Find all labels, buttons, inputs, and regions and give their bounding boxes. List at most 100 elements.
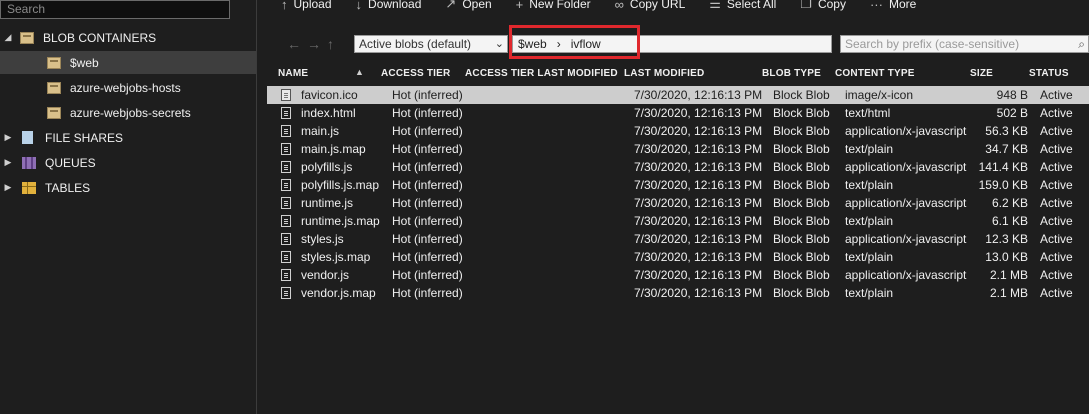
upload-button[interactable]: ↑ Upload xyxy=(281,0,332,12)
cell-size: 141.4 KB xyxy=(978,160,1028,174)
cell-status: Active xyxy=(1040,160,1073,174)
blob-container-icon xyxy=(20,31,34,44)
link-icon: ∞ xyxy=(614,0,624,12)
collapse-arrow-icon[interactable]: ◢ xyxy=(2,32,14,43)
table-row[interactable]: vendor.js.map Hot (inferred) 7/30/2020, 12… xyxy=(267,284,1089,302)
cell-access-tier: Hot (inferred) xyxy=(392,106,463,120)
tree-node-tables[interactable]: ▶ TABLES xyxy=(0,176,256,199)
cell-access-tier: Hot (inferred) xyxy=(392,232,463,246)
column-header-status[interactable]: STATUS xyxy=(1029,68,1069,79)
sidebar-search-input[interactable]: Search xyxy=(0,0,230,19)
column-header-blob-type[interactable]: BLOB TYPE xyxy=(762,68,821,79)
expand-arrow-icon[interactable]: ▶ xyxy=(2,132,14,143)
cell-size: 159.0 KB xyxy=(978,178,1028,192)
table-row[interactable]: main.js.map Hot (inferred) 7/30/2020, 12:1… xyxy=(267,140,1089,158)
sort-ascending-icon[interactable]: ▲ xyxy=(355,67,364,77)
cell-status: Active xyxy=(1040,142,1073,156)
cell-access-tier: Hot (inferred) xyxy=(392,124,463,138)
cell-blob-type: Block Blob xyxy=(773,196,830,210)
table-row[interactable]: styles.js Hot (inferred) 7/30/2020, 12:16:… xyxy=(267,230,1089,248)
cell-last-modified: 7/30/2020, 12:16:13 PM xyxy=(634,88,763,102)
search-icon[interactable]: ⌕ xyxy=(1078,36,1085,52)
blob-filter-select[interactable]: Active blobs (default) ⌄ xyxy=(354,35,508,53)
open-button[interactable]: ↗ Open xyxy=(445,0,491,11)
select-all-label: Select All xyxy=(726,0,777,11)
tree-label-file-shares: FILE SHARES xyxy=(45,130,124,145)
tree-node-container-secrets[interactable]: azure-webjobs-secrets xyxy=(0,101,256,124)
copy-url-label: Copy URL xyxy=(629,0,686,11)
cell-blob-type: Block Blob xyxy=(773,142,830,156)
table-row[interactable]: vendor.js Hot (inferred) 7/30/2020, 12:16:… xyxy=(267,266,1089,284)
column-header-content-type[interactable]: CONTENT TYPE xyxy=(835,68,915,79)
cell-last-modified: 7/30/2020, 12:16:13 PM xyxy=(634,286,763,300)
new-folder-button[interactable]: + New Folder xyxy=(516,0,591,12)
cell-status: Active xyxy=(1040,232,1073,246)
table-row[interactable]: main.js Hot (inferred) 7/30/2020, 12:16:13… xyxy=(267,122,1089,140)
cell-size: 12.3 KB xyxy=(985,232,1028,246)
forward-arrow-icon[interactable]: → xyxy=(307,36,327,52)
cell-last-modified: 7/30/2020, 12:16:13 PM xyxy=(634,250,763,264)
table-row[interactable]: polyfills.js Hot (inferred) 7/30/2020, 12:… xyxy=(267,158,1089,176)
cell-status: Active xyxy=(1040,286,1073,300)
tree-node-file-shares[interactable]: ▶ FILE SHARES xyxy=(0,126,256,149)
download-label: Download xyxy=(368,0,422,11)
prefix-search-input[interactable]: Search by prefix (case-sensitive) ⌕ xyxy=(840,35,1089,53)
cell-size: 13.0 KB xyxy=(985,250,1028,264)
up-arrow-icon[interactable]: ↑ xyxy=(327,36,340,52)
expand-arrow-icon[interactable]: ▶ xyxy=(2,157,14,168)
column-header-name[interactable]: NAME xyxy=(278,68,308,79)
cell-blob-type: Block Blob xyxy=(773,214,830,228)
blob-table-header: NAME ▲ ACCESS TIER ACCESS TIER LAST MODI… xyxy=(257,65,1089,83)
column-header-last-modified[interactable]: LAST MODIFIED xyxy=(624,68,704,79)
cell-status: Active xyxy=(1040,268,1073,282)
cell-status: Active xyxy=(1040,250,1073,264)
cell-blob-type: Block Blob xyxy=(773,250,830,264)
navigation-buttons: ←→↑ xyxy=(287,36,340,52)
file-icon xyxy=(281,107,291,119)
new-folder-label: New Folder xyxy=(529,0,591,11)
cell-content-type: application/x-javascript xyxy=(845,160,967,174)
table-row[interactable]: runtime.js.map Hot (inferred) 7/30/2020, 1… xyxy=(267,212,1089,230)
cell-content-type: application/x-javascript xyxy=(845,124,967,138)
cell-content-type: text/plain xyxy=(845,178,894,192)
explorer-sidebar: Search ◢ BLOB CONTAINERS $web azure-webj… xyxy=(0,0,257,414)
table-icon xyxy=(22,181,36,194)
cell-size: 2.1 MB xyxy=(989,268,1028,282)
cell-access-tier: Hot (inferred) xyxy=(392,250,463,264)
cell-blob-type: Block Blob xyxy=(773,124,830,138)
queue-icon xyxy=(22,156,36,169)
copy-url-button[interactable]: ∞ Copy URL xyxy=(614,0,686,12)
expand-arrow-icon[interactable]: ▶ xyxy=(2,182,14,193)
file-icon xyxy=(281,251,291,263)
table-row[interactable]: styles.js.map Hot (inferred) 7/30/2020, 12… xyxy=(267,248,1089,266)
tree-node-blob-containers[interactable]: ◢ BLOB CONTAINERS xyxy=(0,26,256,49)
download-button[interactable]: ↓ Download xyxy=(356,0,422,12)
table-row[interactable]: runtime.js Hot (inferred) 7/30/2020, 12:16… xyxy=(267,194,1089,212)
tree-node-container-web[interactable]: $web xyxy=(0,51,256,74)
ellipsis-icon: ··· xyxy=(869,0,883,12)
select-all-button[interactable]: ☰ Select All xyxy=(709,0,777,11)
table-row[interactable]: polyfills.js.map Hot (inferred) 7/30/2020,… xyxy=(267,176,1089,194)
cell-blob-type: Block Blob xyxy=(773,106,830,120)
container-icon xyxy=(47,56,61,69)
file-share-icon xyxy=(22,131,33,144)
column-header-access-tier[interactable]: ACCESS TIER xyxy=(381,68,450,79)
back-arrow-icon[interactable]: ← xyxy=(287,36,307,52)
cell-last-modified: 7/30/2020, 12:16:13 PM xyxy=(634,214,763,228)
cell-name: favicon.ico xyxy=(301,88,358,102)
tree-node-queues[interactable]: ▶ QUEUES xyxy=(0,151,256,174)
cell-content-type: application/x-javascript xyxy=(845,232,967,246)
table-row[interactable]: index.html Hot (inferred) 7/30/2020, 12:16… xyxy=(267,104,1089,122)
cell-access-tier: Hot (inferred) xyxy=(392,142,463,156)
cell-content-type: text/plain xyxy=(845,214,894,228)
column-header-access-tier-modified[interactable]: ACCESS TIER LAST MODIFIED xyxy=(465,68,618,79)
copy-icon: ❐ xyxy=(800,0,812,11)
tree-node-container-hosts[interactable]: azure-webjobs-hosts xyxy=(0,76,256,99)
column-header-size[interactable]: SIZE xyxy=(970,68,993,79)
table-row[interactable]: favicon.ico Hot (inferred) 7/30/2020, 12:1… xyxy=(267,86,1089,104)
cell-size: 56.3 KB xyxy=(985,124,1028,138)
more-button[interactable]: ··· More xyxy=(869,0,916,12)
cell-last-modified: 7/30/2020, 12:16:13 PM xyxy=(634,124,763,138)
copy-button[interactable]: ❐ Copy xyxy=(800,0,846,11)
cell-access-tier: Hot (inferred) xyxy=(392,178,463,192)
